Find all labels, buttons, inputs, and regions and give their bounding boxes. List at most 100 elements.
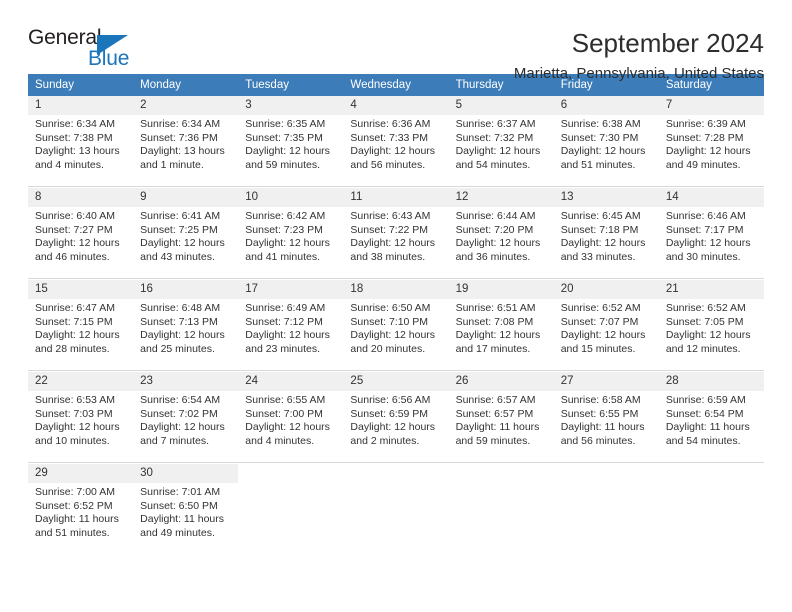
day-number[interactable]: 30 — [133, 464, 239, 483]
day-number[interactable]: 27 — [553, 372, 659, 391]
sunset-text: Sunset: 7:12 PM — [245, 315, 323, 328]
sunrise-text: Sunrise: 6:38 AM — [560, 118, 641, 130]
week-row-details: Sunrise: 6:40 AM Sunset: 7:27 PM Dayligh… — [28, 207, 764, 279]
daylight-text: Daylight: 12 hours and 56 minutes. — [350, 145, 436, 171]
day-cell[interactable]: Sunrise: 6:35 AM Sunset: 7:35 PM Dayligh… — [238, 115, 344, 187]
sunrise-text: Sunrise: 6:59 AM — [665, 394, 746, 406]
day-number[interactable]: 3 — [238, 96, 344, 115]
weekday-header-sunday: Sunday — [28, 74, 134, 96]
calendar-page: General Blue September 2024 Marietta, Pe… — [0, 0, 792, 612]
sunrise-text: Sunrise: 6:34 AM — [140, 118, 221, 130]
daylight-text: Daylight: 12 hours and 2 minutes. — [350, 421, 436, 447]
daylight-text: Daylight: 12 hours and 23 minutes. — [245, 329, 330, 355]
daylight-text: Daylight: 12 hours and 36 minutes. — [455, 237, 541, 263]
day-cell-empty — [238, 483, 344, 554]
day-cell[interactable]: Sunrise: 6:39 AM Sunset: 7:28 PM Dayligh… — [658, 115, 764, 187]
day-cell[interactable]: Sunrise: 6:57 AM Sunset: 6:57 PM Dayligh… — [448, 391, 554, 463]
day-cell[interactable]: Sunrise: 6:40 AM Sunset: 7:27 PM Dayligh… — [28, 207, 134, 279]
day-cell[interactable]: Sunrise: 6:55 AM Sunset: 7:00 PM Dayligh… — [238, 391, 344, 463]
daylight-text: Daylight: 13 hours and 4 minutes. — [35, 145, 120, 171]
day-cell[interactable]: Sunrise: 6:54 AM Sunset: 7:02 PM Dayligh… — [133, 391, 239, 463]
day-cell[interactable]: Sunrise: 6:37 AM Sunset: 7:32 PM Dayligh… — [448, 115, 554, 187]
sunset-text: Sunset: 6:55 PM — [560, 407, 639, 420]
daylight-text: Daylight: 12 hours and 33 minutes. — [560, 237, 646, 263]
sunset-text: Sunset: 7:08 PM — [455, 315, 534, 328]
day-number[interactable]: 5 — [448, 96, 554, 115]
day-number[interactable]: 15 — [28, 280, 134, 299]
day-cell[interactable]: Sunrise: 6:41 AM Sunset: 7:25 PM Dayligh… — [133, 207, 239, 279]
day-cell[interactable]: Sunrise: 6:52 AM Sunset: 7:05 PM Dayligh… — [658, 299, 764, 371]
sunrise-text: Sunrise: 6:55 AM — [245, 394, 326, 406]
day-number[interactable]: 1 — [28, 96, 134, 115]
daylight-text: Daylight: 11 hours and 56 minutes. — [560, 421, 645, 447]
day-cell-empty — [343, 464, 449, 483]
day-number[interactable]: 10 — [238, 188, 344, 207]
sunset-text: Sunset: 7:18 PM — [560, 223, 639, 236]
day-cell[interactable]: Sunrise: 6:45 AM Sunset: 7:18 PM Dayligh… — [553, 207, 659, 279]
day-cell[interactable]: Sunrise: 6:58 AM Sunset: 6:55 PM Dayligh… — [553, 391, 659, 463]
day-number[interactable]: 25 — [343, 372, 449, 391]
day-cell[interactable]: Sunrise: 6:51 AM Sunset: 7:08 PM Dayligh… — [448, 299, 554, 371]
day-number[interactable]: 21 — [658, 280, 764, 299]
daylight-text: Daylight: 12 hours and 17 minutes. — [455, 329, 541, 355]
daylight-text: Daylight: 12 hours and 59 minutes. — [245, 145, 330, 171]
day-number[interactable]: 8 — [28, 188, 134, 207]
day-number[interactable]: 2 — [133, 96, 239, 115]
sunset-text: Sunset: 7:07 PM — [560, 315, 639, 328]
day-number[interactable]: 17 — [238, 280, 344, 299]
day-number[interactable]: 20 — [553, 280, 659, 299]
day-number[interactable]: 16 — [133, 280, 239, 299]
day-number[interactable]: 14 — [658, 188, 764, 207]
sunrise-text: Sunrise: 6:47 AM — [35, 302, 115, 314]
sunset-text: Sunset: 7:35 PM — [245, 131, 323, 144]
day-cell[interactable]: Sunrise: 6:44 AM Sunset: 7:20 PM Dayligh… — [448, 207, 554, 279]
day-cell[interactable]: Sunrise: 6:34 AM Sunset: 7:38 PM Dayligh… — [28, 115, 134, 187]
sunrise-text: Sunrise: 6:43 AM — [350, 210, 431, 222]
sunrise-text: Sunrise: 6:35 AM — [245, 118, 326, 130]
day-number[interactable]: 22 — [28, 372, 134, 391]
sunrise-text: Sunrise: 6:37 AM — [455, 118, 536, 130]
day-number[interactable]: 24 — [238, 372, 344, 391]
day-cell[interactable]: Sunrise: 6:36 AM Sunset: 7:33 PM Dayligh… — [343, 115, 449, 187]
day-number[interactable]: 28 — [658, 372, 764, 391]
day-number[interactable]: 11 — [343, 188, 449, 207]
day-number[interactable]: 29 — [28, 464, 134, 483]
daylight-text: Daylight: 11 hours and 54 minutes. — [665, 421, 750, 447]
day-number[interactable]: 4 — [343, 96, 449, 115]
daylight-text: Daylight: 12 hours and 49 minutes. — [665, 145, 751, 171]
day-number[interactable]: 9 — [133, 188, 239, 207]
day-cell[interactable]: Sunrise: 6:48 AM Sunset: 7:13 PM Dayligh… — [133, 299, 239, 371]
day-number[interactable]: 13 — [553, 188, 659, 207]
daylight-text: Daylight: 12 hours and 10 minutes. — [35, 421, 120, 447]
day-cell[interactable]: Sunrise: 6:46 AM Sunset: 7:17 PM Dayligh… — [658, 207, 764, 279]
sunset-text: Sunset: 6:57 PM — [455, 407, 534, 420]
day-cell[interactable]: Sunrise: 6:52 AM Sunset: 7:07 PM Dayligh… — [553, 299, 659, 371]
day-cell[interactable]: Sunrise: 7:00 AM Sunset: 6:52 PM Dayligh… — [28, 483, 134, 554]
day-number[interactable]: 7 — [658, 96, 764, 115]
week-row-details: Sunrise: 7:00 AM Sunset: 6:52 PM Dayligh… — [28, 483, 764, 554]
day-cell[interactable]: Sunrise: 6:50 AM Sunset: 7:10 PM Dayligh… — [343, 299, 449, 371]
day-cell[interactable]: Sunrise: 6:38 AM Sunset: 7:30 PM Dayligh… — [553, 115, 659, 187]
day-cell[interactable]: Sunrise: 7:01 AM Sunset: 6:50 PM Dayligh… — [133, 483, 239, 554]
sunrise-text: Sunrise: 7:01 AM — [140, 486, 221, 498]
day-number[interactable]: 26 — [448, 372, 554, 391]
sunrise-text: Sunrise: 6:46 AM — [665, 210, 746, 222]
sunrise-text: Sunrise: 6:48 AM — [140, 302, 221, 314]
day-number[interactable]: 23 — [133, 372, 239, 391]
day-cell[interactable]: Sunrise: 6:59 AM Sunset: 6:54 PM Dayligh… — [658, 391, 764, 463]
day-number[interactable]: 18 — [343, 280, 449, 299]
week-row-daynumbers: 8 9 10 11 12 13 14 — [28, 188, 764, 207]
day-number[interactable]: 12 — [448, 188, 554, 207]
day-cell[interactable]: Sunrise: 6:47 AM Sunset: 7:15 PM Dayligh… — [28, 299, 134, 371]
day-number[interactable]: 6 — [553, 96, 659, 115]
sunset-text: Sunset: 7:13 PM — [140, 315, 218, 328]
day-cell[interactable]: Sunrise: 6:34 AM Sunset: 7:36 PM Dayligh… — [133, 115, 239, 187]
day-cell[interactable]: Sunrise: 6:43 AM Sunset: 7:22 PM Dayligh… — [343, 207, 449, 279]
sunrise-text: Sunrise: 6:39 AM — [665, 118, 746, 130]
day-cell[interactable]: Sunrise: 6:49 AM Sunset: 7:12 PM Dayligh… — [238, 299, 344, 371]
day-cell[interactable]: Sunrise: 6:42 AM Sunset: 7:23 PM Dayligh… — [238, 207, 344, 279]
page-subtitle: Marietta, Pennsylvania, United States — [513, 65, 764, 82]
day-cell[interactable]: Sunrise: 6:53 AM Sunset: 7:03 PM Dayligh… — [28, 391, 134, 463]
day-cell[interactable]: Sunrise: 6:56 AM Sunset: 6:59 PM Dayligh… — [343, 391, 449, 463]
day-number[interactable]: 19 — [448, 280, 554, 299]
